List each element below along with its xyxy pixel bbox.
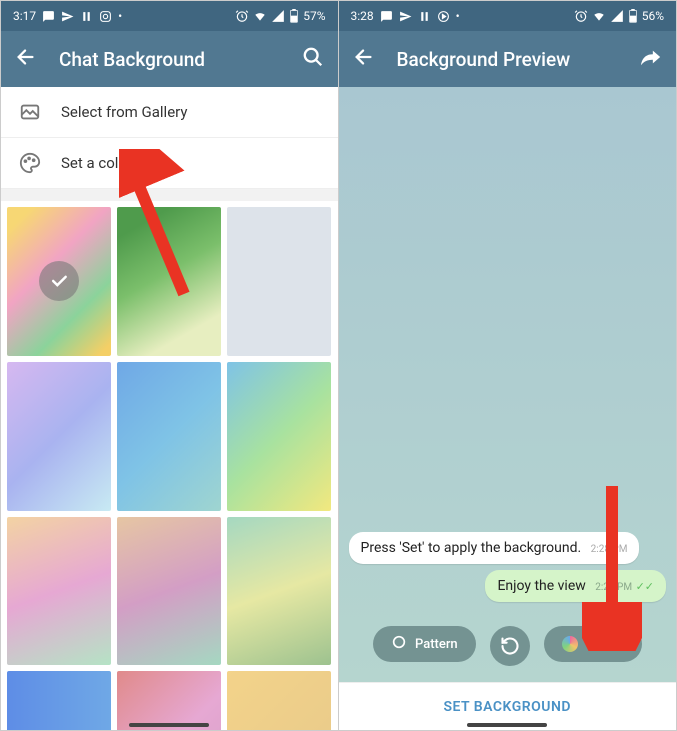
signal-icon [610,9,624,23]
app-bar: Chat Background [1,31,338,87]
wallpaper-item[interactable] [227,517,331,666]
status-time: 3:28 [351,9,374,23]
selected-check-icon [39,261,79,301]
message-icon [380,10,393,23]
screen-background-preview: 3:28 • 56% Background Preview Pres [339,1,677,730]
more-dot: • [118,9,122,23]
wallpaper-item[interactable] [227,207,331,356]
wallpaper-item[interactable] [227,671,331,730]
nav-handle [467,723,547,727]
circle-outline-icon [391,634,407,654]
wifi-icon [253,9,267,23]
message-icon [42,10,55,23]
more-dot: • [456,9,460,23]
send-icon [61,10,74,23]
status-time: 3:17 [13,9,36,23]
alarm-icon [235,9,249,23]
page-title: Background Preview [397,48,571,71]
app-bar: Background Preview [339,31,677,87]
instagram-icon [99,10,112,23]
wallpaper-item[interactable] [7,517,111,666]
wallpaper-item[interactable] [117,362,221,511]
wallpaper-item[interactable] [7,207,111,356]
signal-icon [271,9,285,23]
wifi-icon [592,9,606,23]
back-icon[interactable] [15,46,37,72]
status-bar: 3:28 • 56% [339,1,677,31]
bubble-text: Enjoy the view [497,578,585,594]
annotation-arrow [582,481,642,651]
button-label: Pattern [415,637,458,652]
wallpaper-item[interactable] [7,671,111,730]
nav-handle [129,723,209,727]
back-icon[interactable] [353,46,375,72]
battery-text: 57% [303,9,325,23]
wallpaper-item[interactable] [227,362,331,511]
gallery-icon [19,101,41,123]
search-icon[interactable] [302,46,324,72]
wallpaper-item[interactable] [117,671,221,730]
battery-icon [289,9,299,23]
bubble-text: Press 'Set' to apply the background. [361,540,582,556]
share-icon[interactable] [640,46,662,72]
page-title: Chat Background [59,48,205,71]
pause-icon [418,10,431,23]
pattern-button[interactable]: Pattern [373,626,476,662]
pause-icon [80,10,93,23]
rotate-button[interactable] [490,626,530,666]
battery-icon [628,9,638,23]
button-label: SET BACKGROUND [443,699,571,715]
option-select-gallery[interactable]: Select from Gallery [1,87,338,138]
alarm-icon [574,9,588,23]
status-bar: 3:17 • [1,1,338,31]
annotation-arrow [119,149,199,309]
color-swatch-icon [562,636,578,652]
palette-icon [19,152,41,174]
circle-icon [437,10,450,23]
option-label: Select from Gallery [61,103,187,121]
battery-text: 56% [642,9,664,23]
screen-chat-background: 3:17 • [1,1,339,730]
wallpaper-item[interactable] [7,362,111,511]
wallpaper-item[interactable] [117,517,221,666]
send-icon [399,10,412,23]
